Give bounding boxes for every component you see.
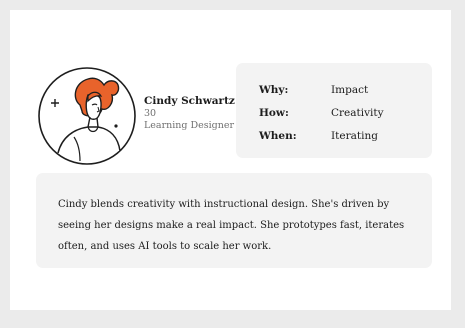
persona-role: Learning Designer <box>144 120 235 131</box>
fact-value: Iterating <box>331 130 378 142</box>
fact-label: When: <box>259 130 297 142</box>
facts-panel: Why: Impact How: Creativity When: Iterat… <box>236 63 432 158</box>
persona-age: 30 <box>144 108 157 119</box>
persona-card: Cindy Schwartz 30 Learning Designer Why:… <box>10 10 451 310</box>
fact-label: How: <box>259 107 289 119</box>
avatar <box>36 65 138 167</box>
fact-value: Creativity <box>331 107 384 119</box>
fact-label: Why: <box>259 84 289 96</box>
fact-value: Impact <box>331 84 369 96</box>
persona-name: Cindy Schwartz <box>144 95 235 107</box>
persona-info: Cindy Schwartz 30 Learning Designer <box>144 94 244 132</box>
woman-portrait-icon <box>38 67 136 165</box>
bio-text: Cindy blends creativity with instruction… <box>58 199 405 252</box>
bio-panel: Cindy blends creativity with instruction… <box>36 173 432 268</box>
